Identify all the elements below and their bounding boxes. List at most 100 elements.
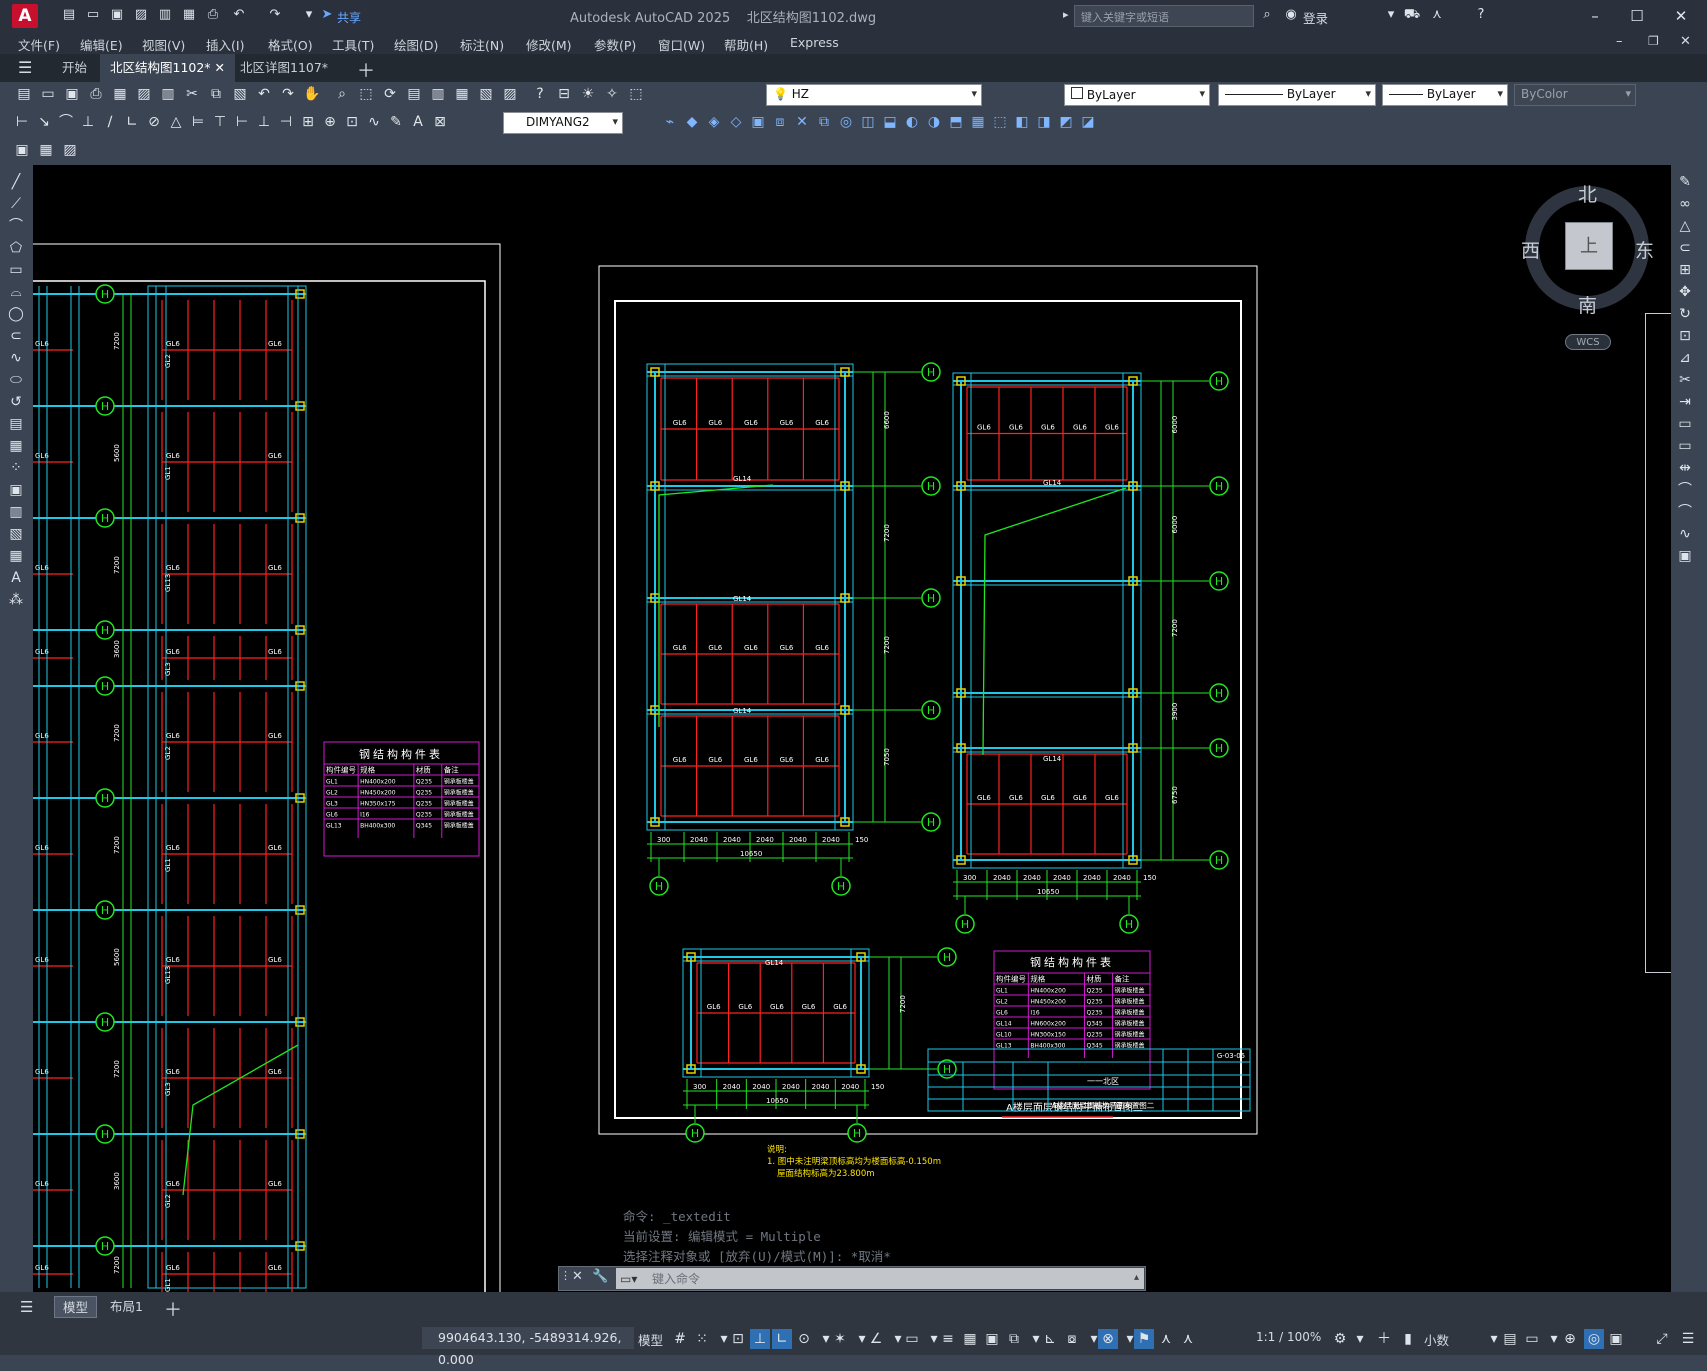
menu-draw[interactable]: 绘图(D) bbox=[394, 35, 438, 54]
doc-restore-icon[interactable]: ❐ bbox=[1648, 34, 1659, 48]
command-input[interactable]: 键入命令 bbox=[616, 1268, 1144, 1289]
share-label[interactable]: 共享 bbox=[337, 9, 361, 26]
modify-tool-8-icon[interactable]: ◎ bbox=[836, 112, 856, 132]
dim-tool-5-icon[interactable]: ∟ bbox=[122, 112, 142, 132]
modify-tool-17-icon[interactable]: ◨ bbox=[1034, 112, 1054, 132]
add-layout-icon[interactable]: ＋ bbox=[164, 1296, 182, 1322]
compass-north[interactable]: 北 bbox=[1578, 180, 1597, 207]
status-toggle-14-icon[interactable]: ≡ bbox=[938, 1329, 958, 1349]
modify-tool-19-icon[interactable]: ◪ bbox=[1078, 112, 1098, 132]
search-expand-icon[interactable]: ▸ bbox=[1063, 8, 1069, 21]
modify-side-8-icon[interactable]: ⊿ bbox=[1674, 348, 1696, 368]
autocad-logo-button[interactable]: A bbox=[12, 4, 38, 28]
save-as-icon[interactable]: ▨ bbox=[132, 6, 150, 24]
modify-side-1-icon[interactable]: ∞ bbox=[1674, 194, 1696, 214]
draw-tool-14-icon[interactable]: ▣ bbox=[5, 480, 27, 500]
dim-tool-2-icon[interactable]: ⌒ bbox=[56, 112, 76, 132]
minimize-icon[interactable]: – bbox=[1580, 4, 1610, 28]
status-toggle-0-icon[interactable]: # bbox=[670, 1329, 690, 1349]
dim-tool-8-icon[interactable]: ⊨ bbox=[188, 112, 208, 132]
tab-structure-drawing[interactable]: 北区结构图1102* ✕ bbox=[100, 54, 236, 82]
draw-tool-18-icon[interactable]: A bbox=[5, 568, 27, 588]
toolbar-16-icon[interactable]: ▤ bbox=[404, 84, 424, 104]
dim-tool-14-icon[interactable]: ⊕ bbox=[320, 112, 340, 132]
modify-side-10-icon[interactable]: ⇥ bbox=[1674, 392, 1696, 412]
autodesk-account-icon[interactable]: ⋏ bbox=[1428, 6, 1446, 24]
menu-parameter[interactable]: 参数(P) bbox=[594, 35, 636, 54]
draw-tool-16-icon[interactable]: ▧ bbox=[5, 524, 27, 544]
dim-tool-0-icon[interactable]: ⊢ bbox=[12, 112, 32, 132]
new-tab-icon[interactable]: ＋ bbox=[357, 57, 375, 83]
modify-tool-18-icon[interactable]: ◩ bbox=[1056, 112, 1076, 132]
tab-close-icon[interactable]: ✕ bbox=[215, 60, 225, 75]
extra-tool-1-icon[interactable]: ▦ bbox=[36, 140, 56, 160]
draw-tool-5-icon[interactable]: ⌓ bbox=[5, 282, 27, 302]
status-toggle-4-icon[interactable]: ⊥ bbox=[750, 1329, 770, 1349]
draw-tool-4-icon[interactable]: ▭ bbox=[5, 260, 27, 280]
toolbar-15-icon[interactable]: ⟳ bbox=[380, 84, 400, 104]
open-web-icon[interactable]: ▥ bbox=[156, 6, 174, 24]
toolbar-13-icon[interactable]: ⌕ bbox=[332, 84, 352, 104]
modify-tool-2-icon[interactable]: ◈ bbox=[704, 112, 724, 132]
dim-tool-1-icon[interactable]: ↘ bbox=[34, 112, 54, 132]
status-toggle-10-icon[interactable]: ∠ bbox=[866, 1329, 886, 1349]
menu-express[interactable]: Express bbox=[790, 35, 839, 50]
modify-tool-4-icon[interactable]: ▣ bbox=[748, 112, 768, 132]
dimstyle-dropdown[interactable]: DIMYANG2 ▾ bbox=[503, 112, 623, 134]
modify-side-4-icon[interactable]: ⊞ bbox=[1674, 260, 1696, 280]
toolbar-18-icon[interactable]: ▦ bbox=[452, 84, 472, 104]
modify-side-16-icon[interactable]: ∿ bbox=[1674, 524, 1696, 544]
plot-icon[interactable]: ⎙ bbox=[204, 6, 222, 24]
toolbar-3-icon[interactable]: ⎙ bbox=[86, 84, 106, 104]
modify-tool-6-icon[interactable]: ✕ bbox=[792, 112, 812, 132]
plotstyle-dropdown[interactable]: ByColor ▾ bbox=[1514, 84, 1636, 106]
status-far-9-icon[interactable]: ☰ bbox=[1678, 1329, 1698, 1349]
viewcube-top-face[interactable]: 上 bbox=[1565, 222, 1613, 270]
status-toggle-16-icon[interactable]: ▣ bbox=[982, 1329, 1002, 1349]
modify-tool-13-icon[interactable]: ⬒ bbox=[946, 112, 966, 132]
modify-tool-10-icon[interactable]: ⬓ bbox=[880, 112, 900, 132]
draw-tool-6-icon[interactable]: ◯ bbox=[5, 304, 27, 324]
toolbar-14-icon[interactable]: ⬚ bbox=[356, 84, 376, 104]
dim-tool-9-icon[interactable]: ⊤ bbox=[210, 112, 230, 132]
search-icon[interactable]: ⌕ bbox=[1258, 6, 1276, 24]
dim-tool-3-icon[interactable]: ⊥ bbox=[78, 112, 98, 132]
modify-tool-15-icon[interactable]: ⬚ bbox=[990, 112, 1010, 132]
modify-side-6-icon[interactable]: ↻ bbox=[1674, 304, 1696, 324]
customize-icon[interactable]: 🔧 bbox=[592, 1269, 608, 1284]
draw-tool-12-icon[interactable]: ▦ bbox=[5, 436, 27, 456]
modify-side-15-icon[interactable]: ⌒ bbox=[1674, 502, 1696, 522]
coordinate-readout[interactable]: 9904643.130, -5489314.926, 0.000 bbox=[422, 1327, 634, 1367]
dim-tool-16-icon[interactable]: ∿ bbox=[364, 112, 384, 132]
menu-format[interactable]: 格式(O) bbox=[268, 35, 313, 54]
status-far-3-icon[interactable]: ▭ bbox=[1522, 1329, 1542, 1349]
new-file-icon[interactable]: ▤ bbox=[60, 6, 78, 24]
status-right-1-icon[interactable]: ▾ bbox=[1350, 1329, 1370, 1349]
dim-tool-19-icon[interactable]: ⊠ bbox=[430, 112, 450, 132]
draw-tool-3-icon[interactable]: ⬠ bbox=[5, 238, 27, 258]
draw-tool-13-icon[interactable]: ⁘ bbox=[5, 458, 27, 478]
toolbar-1-icon[interactable]: ▭ bbox=[38, 84, 58, 104]
modify-side-0-icon[interactable]: ✎ bbox=[1674, 172, 1696, 192]
menu-file[interactable]: 文件(F) bbox=[18, 35, 60, 54]
modify-side-2-icon[interactable]: △ bbox=[1674, 216, 1696, 236]
dropdown-icon[interactable]: ▾ bbox=[1382, 6, 1400, 24]
modify-tool-3-icon[interactable]: ◇ bbox=[726, 112, 746, 132]
menu-window[interactable]: 窗口(W) bbox=[658, 35, 705, 54]
draw-tool-2-icon[interactable]: ⌒ bbox=[5, 216, 27, 236]
chevron-up-icon[interactable]: ▴ bbox=[1134, 1272, 1139, 1283]
status-far-0-icon[interactable]: ▮ bbox=[1398, 1329, 1418, 1349]
extra-tool-0-icon[interactable]: ▣ bbox=[12, 140, 32, 160]
status-toggle-26-icon[interactable]: ⋏ bbox=[1178, 1329, 1198, 1349]
doc-close-icon[interactable]: ✕ bbox=[1680, 34, 1691, 49]
status-toggle-17-icon[interactable]: ⧉ bbox=[1004, 1329, 1024, 1349]
modify-side-12-icon[interactable]: ▭ bbox=[1674, 436, 1696, 456]
toolbar-2-icon[interactable]: ▣ bbox=[62, 84, 82, 104]
dim-tool-7-icon[interactable]: △ bbox=[166, 112, 186, 132]
status-toggle-19-icon[interactable]: ⊾ bbox=[1040, 1329, 1060, 1349]
app-menu-icon[interactable]: ☰ bbox=[18, 58, 32, 77]
extra-tool-2-icon[interactable]: ▨ bbox=[60, 140, 80, 160]
draw-tool-19-icon[interactable]: ⁂ bbox=[5, 590, 27, 610]
annotation-scale[interactable]: 1:1 / 100% bbox=[1256, 1330, 1321, 1344]
status-toggle-15-icon[interactable]: ▦ bbox=[960, 1329, 980, 1349]
